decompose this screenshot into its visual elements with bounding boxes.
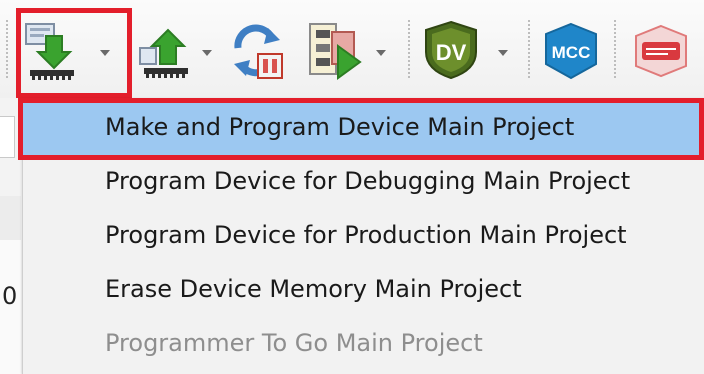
toolbar: DV MCC	[0, 0, 704, 99]
left-panel-row	[0, 196, 21, 241]
highlight-box-menu-item	[18, 98, 704, 160]
dv-label: DV	[436, 40, 467, 65]
menu-item-label: Erase Device Memory Main Project	[105, 275, 522, 303]
menu-item-erase-device-memory[interactable]: Erase Device Memory Main Project	[23, 264, 704, 317]
left-panel-text: 0	[2, 282, 18, 310]
upload-from-device-icon	[139, 28, 188, 78]
chevron-down-icon[interactable]	[498, 50, 508, 56]
microchip-discover-button[interactable]	[626, 14, 700, 94]
reset-device-button[interactable]	[226, 12, 288, 94]
microchip-discover-icon	[635, 24, 687, 78]
left-panel-tab[interactable]	[0, 116, 15, 158]
toolbar-separator	[6, 20, 8, 78]
menu-item-label: Program Device for Production Main Proje…	[105, 221, 627, 249]
highlight-box-toolbar	[16, 8, 132, 98]
toolbar-separator	[528, 20, 530, 78]
menu-item-programmer-to-go: Programmer To Go Main Project	[23, 318, 704, 371]
toolbar-separator	[408, 20, 410, 78]
menu-item-label: Programmer To Go Main Project	[105, 329, 483, 357]
dv-shield-icon: DV	[425, 20, 477, 80]
debug-run-button[interactable]	[300, 12, 400, 94]
debug-run-icon	[309, 23, 362, 80]
read-device-button[interactable]	[134, 12, 214, 94]
toolbar-separator	[614, 20, 616, 78]
dv-button[interactable]: DV	[420, 14, 518, 94]
chevron-down-icon[interactable]	[202, 50, 212, 56]
menu-item-program-for-debugging[interactable]: Program Device for Debugging Main Projec…	[23, 156, 704, 209]
menu-item-label: Program Device for Debugging Main Projec…	[105, 167, 631, 195]
mcc-button[interactable]: MCC	[538, 14, 604, 94]
chevron-down-icon[interactable]	[376, 50, 386, 56]
mcc-icon: MCC	[545, 22, 597, 80]
menu-item-program-for-production[interactable]: Program Device for Production Main Proje…	[23, 210, 704, 263]
reset-device-icon	[234, 24, 283, 79]
mcc-label: MCC	[552, 43, 591, 62]
